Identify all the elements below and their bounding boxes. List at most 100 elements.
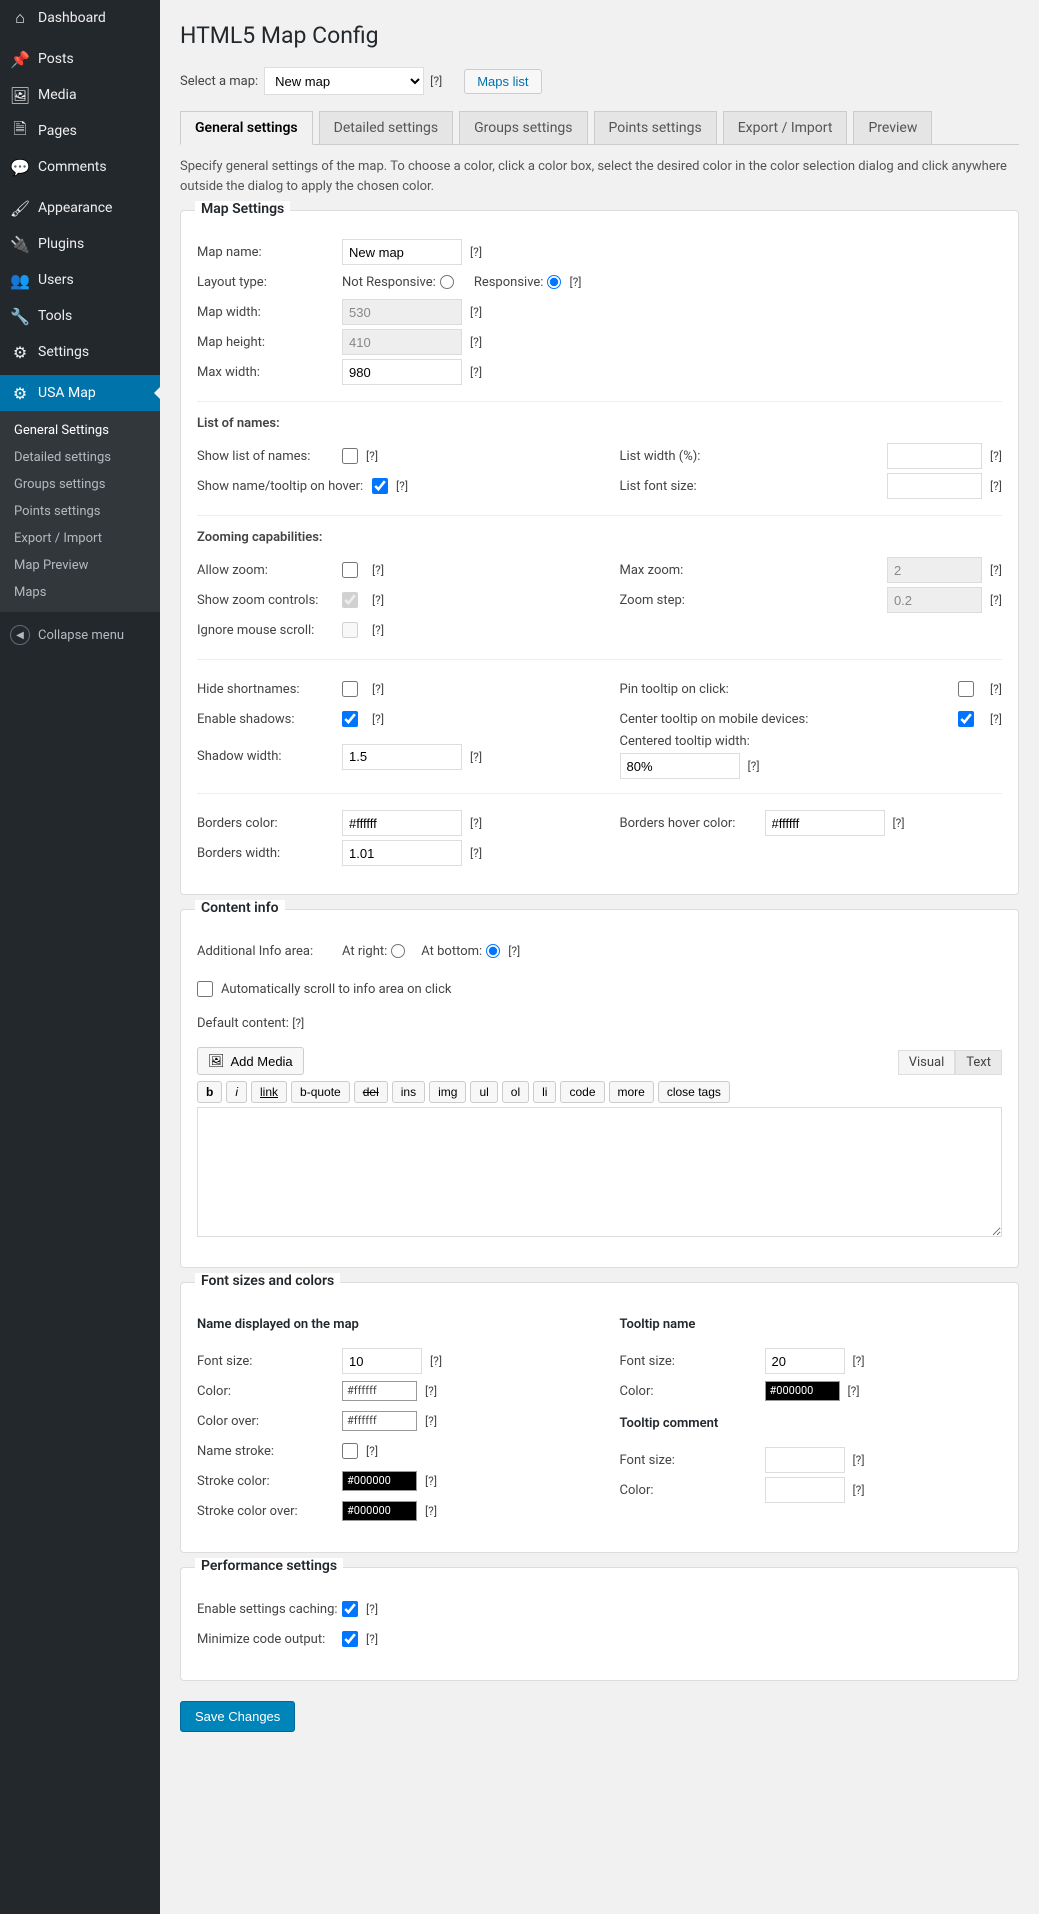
editor-b-button[interactable]: b <box>197 1081 222 1103</box>
show-list-checkbox[interactable] <box>342 448 358 464</box>
sidebar-item-plugins[interactable]: 🔌Plugins <box>0 226 160 262</box>
name-color-over-swatch[interactable]: #ffffff <box>342 1411 417 1431</box>
submenu-general-settings[interactable]: General Settings <box>0 417 160 444</box>
help-icon[interactable]: [?] <box>990 593 1002 607</box>
sidebar-item-posts[interactable]: 📌Posts <box>0 41 160 77</box>
add-media-button[interactable]: 🖼Add Media <box>197 1047 304 1075</box>
shadow-width-input[interactable] <box>342 744 462 770</box>
editor-more-button[interactable]: more <box>609 1081 654 1103</box>
max-zoom-input[interactable] <box>887 557 982 583</box>
tooltip-color-swatch[interactable]: #000000 <box>765 1381 840 1401</box>
help-icon[interactable]: [?] <box>853 1453 865 1467</box>
editor-ul-button[interactable]: ul <box>470 1081 497 1103</box>
help-icon[interactable]: [?] <box>569 275 581 289</box>
help-icon[interactable]: [?] <box>366 449 378 463</box>
submenu-detailed-settings[interactable]: Detailed settings <box>0 444 160 471</box>
stroke-color-swatch[interactable]: #000000 <box>342 1471 417 1491</box>
map-height-input[interactable] <box>342 329 462 355</box>
borders-width-input[interactable] <box>342 840 462 866</box>
map-select[interactable]: New map <box>264 67 424 95</box>
sidebar-item-appearance[interactable]: 🖌Appearance <box>0 190 160 226</box>
hide-shortnames-checkbox[interactable] <box>342 681 358 697</box>
show-name-tooltip-checkbox[interactable] <box>372 478 388 494</box>
help-icon[interactable]: [?] <box>853 1483 865 1497</box>
center-tooltip-checkbox[interactable] <box>958 711 974 727</box>
help-icon[interactable]: [?] <box>372 682 384 696</box>
sidebar-item-media[interactable]: 🖼Media <box>0 77 160 113</box>
help-icon[interactable]: [?] <box>748 759 760 773</box>
centered-width-input[interactable] <box>620 753 740 779</box>
sidebar-item-settings[interactable]: ⚙Settings <box>0 334 160 370</box>
help-icon[interactable]: [?] <box>470 816 482 830</box>
editor-close-tags-button[interactable]: close tags <box>658 1081 730 1103</box>
zoom-step-input[interactable] <box>887 587 982 613</box>
minimize-checkbox[interactable] <box>342 1631 358 1647</box>
help-icon[interactable]: [?] <box>470 750 482 764</box>
sidebar-item-pages[interactable]: 🗎Pages <box>0 113 160 149</box>
tab-points-settings[interactable]: Points settings <box>594 111 717 145</box>
help-icon[interactable]: [?] <box>470 245 482 259</box>
map-name-input[interactable] <box>342 239 462 265</box>
comment-font-input[interactable] <box>765 1447 845 1473</box>
at-bottom-radio[interactable]: At bottom: <box>421 944 500 959</box>
list-font-input[interactable] <box>887 473 982 499</box>
visual-tab[interactable]: Visual <box>898 1050 956 1075</box>
at-right-radio[interactable]: At right: <box>342 944 405 959</box>
submenu-maps[interactable]: Maps <box>0 579 160 606</box>
not-responsive-radio[interactable]: Not Responsive: <box>342 275 454 290</box>
editor-bquote-button[interactable]: b-quote <box>291 1081 350 1103</box>
show-zoom-controls-checkbox[interactable] <box>342 592 358 608</box>
help-icon[interactable]: [?] <box>990 712 1002 726</box>
borders-hover-input[interactable] <box>765 810 885 836</box>
tab-detailed-settings[interactable]: Detailed settings <box>319 111 453 145</box>
editor-del-button[interactable]: del <box>354 1081 388 1103</box>
submenu-export-import[interactable]: Export / Import <box>0 525 160 552</box>
map-width-input[interactable] <box>342 299 462 325</box>
max-width-input[interactable] <box>342 359 462 385</box>
help-icon[interactable]: [?] <box>372 712 384 726</box>
list-width-input[interactable] <box>887 443 982 469</box>
sidebar-item-comments[interactable]: 💬Comments <box>0 149 160 185</box>
caching-checkbox[interactable] <box>342 1601 358 1617</box>
help-icon[interactable]: [?] <box>430 74 442 88</box>
help-icon[interactable]: [?] <box>470 846 482 860</box>
tab-general-settings[interactable]: General settings <box>180 111 313 145</box>
help-icon[interactable]: [?] <box>853 1354 865 1368</box>
help-icon[interactable]: [?] <box>425 1384 437 1398</box>
sidebar-item-dashboard[interactable]: ⌂Dashboard <box>0 0 160 36</box>
name-color-swatch[interactable]: #ffffff <box>342 1381 417 1401</box>
help-icon[interactable]: [?] <box>990 449 1002 463</box>
help-icon[interactable]: [?] <box>508 944 520 958</box>
sidebar-item-users[interactable]: 👥Users <box>0 262 160 298</box>
help-icon[interactable]: [?] <box>292 1016 304 1030</box>
help-icon[interactable]: [?] <box>990 479 1002 493</box>
auto-scroll-checkbox[interactable] <box>197 981 213 997</box>
help-icon[interactable]: [?] <box>990 682 1002 696</box>
help-icon[interactable]: [?] <box>372 593 384 607</box>
borders-color-input[interactable] <box>342 810 462 836</box>
responsive-radio[interactable]: Responsive: <box>474 275 562 290</box>
help-icon[interactable]: [?] <box>425 1474 437 1488</box>
tooltip-font-input[interactable] <box>765 1348 845 1374</box>
comment-color-input[interactable] <box>765 1477 845 1503</box>
help-icon[interactable]: [?] <box>396 479 408 493</box>
content-textarea[interactable] <box>197 1107 1002 1237</box>
help-icon[interactable]: [?] <box>848 1384 860 1398</box>
name-stroke-checkbox[interactable] <box>342 1443 358 1459</box>
tab-export-import[interactable]: Export / Import <box>723 111 848 145</box>
collapse-menu[interactable]: ◀Collapse menu <box>0 617 160 653</box>
text-tab[interactable]: Text <box>955 1050 1002 1075</box>
help-icon[interactable]: [?] <box>366 1444 378 1458</box>
help-icon[interactable]: [?] <box>366 1632 378 1646</box>
editor-img-button[interactable]: img <box>429 1081 466 1103</box>
help-icon[interactable]: [?] <box>430 1354 442 1368</box>
sidebar-item-tools[interactable]: 🔧Tools <box>0 298 160 334</box>
help-icon[interactable]: [?] <box>425 1504 437 1518</box>
ignore-scroll-checkbox[interactable] <box>342 622 358 638</box>
help-icon[interactable]: [?] <box>470 305 482 319</box>
tab-groups-settings[interactable]: Groups settings <box>459 111 587 145</box>
editor-ins-button[interactable]: ins <box>392 1081 425 1103</box>
help-icon[interactable]: [?] <box>990 563 1002 577</box>
editor-i-button[interactable]: i <box>226 1081 247 1103</box>
sidebar-item-usa-map[interactable]: ⚙USA Map <box>0 375 160 411</box>
